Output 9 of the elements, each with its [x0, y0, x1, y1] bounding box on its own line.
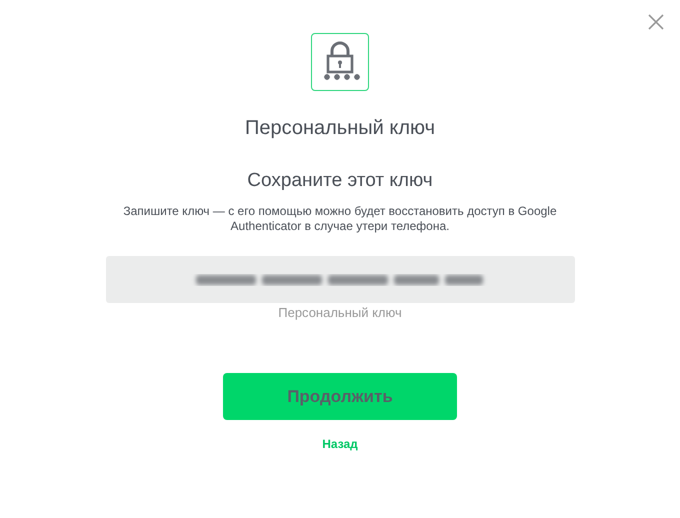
- description: Запишите ключ — с его помощью можно будет восстановить доступ в Google Authenticator в случае утери телефона.: [122, 204, 558, 234]
- subtitle: Сохраните этот ключ: [247, 170, 433, 192]
- lock-icon: [311, 33, 369, 91]
- dialog-title: Персональный ключ: [245, 117, 435, 140]
- continue-button[interactable]: Продолжить: [223, 373, 457, 420]
- close-icon[interactable]: [648, 14, 664, 30]
- key-field[interactable]: [106, 256, 574, 303]
- field-label: Персональный ключ: [278, 305, 402, 320]
- back-link[interactable]: Назад: [322, 437, 358, 451]
